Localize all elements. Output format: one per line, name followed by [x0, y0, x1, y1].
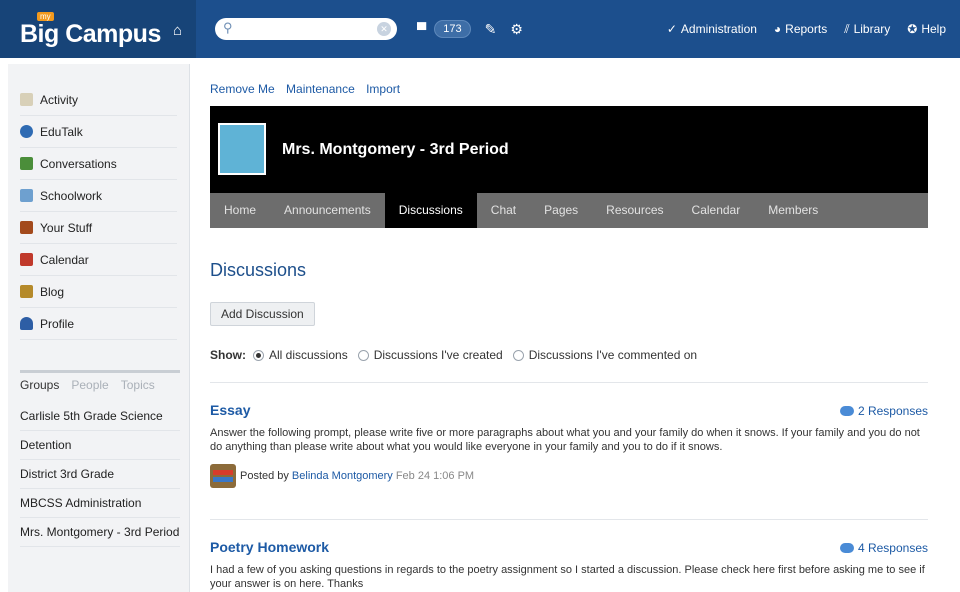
top-bar: my Big Campus ⌂ ⚲ ✕ ▀ 173 ✎ ⚙ ✓ Administr…	[0, 0, 960, 58]
schoolwork-icon	[20, 189, 33, 202]
edutalk-icon	[20, 125, 33, 138]
group-banner: Mrs. Montgomery - 3rd Period Home Announ…	[210, 106, 928, 228]
author-avatar	[210, 464, 236, 488]
top-nav: ✓ Administration ◕ Reports ⫽ Library ✪ Help	[650, 22, 960, 37]
post-title[interactable]: Essay	[210, 402, 928, 418]
tab-discussions[interactable]: Discussions	[384, 193, 477, 228]
post-title[interactable]: Poetry Homework	[210, 539, 928, 555]
pie-chart-icon: ◕	[773, 22, 782, 36]
sidebar-item-edutalk[interactable]: EduTalk	[20, 116, 177, 148]
group-item[interactable]: Mrs. Montgomery - 3rd Period	[20, 518, 180, 547]
wrench-icon: ✓	[666, 22, 677, 36]
radio-created-discussions[interactable]	[357, 349, 369, 361]
discussion-filter: Show: All discussions Discussions I've c…	[210, 348, 705, 362]
tab-groups[interactable]: Groups	[20, 378, 59, 392]
discussion-post: Poetry Homework 4 Responses I had a few …	[210, 539, 928, 591]
maintenance-link[interactable]: Maintenance	[286, 82, 355, 96]
discussion-post: Essay 2 Responses Answer the following p…	[210, 402, 928, 488]
library-icon: ⫽	[844, 21, 850, 36]
sidebar-item-calendar[interactable]: Calendar	[20, 244, 177, 276]
message-count-badge: 173	[434, 20, 471, 38]
responses-link[interactable]: 2 Responses	[839, 404, 928, 418]
sidebar-item-conversations[interactable]: Conversations	[20, 148, 177, 180]
radio-all-discussions[interactable]	[253, 349, 264, 361]
main-content: Remove Me Maintenance Import Mrs. Montgo…	[196, 64, 948, 592]
group-avatar	[218, 123, 266, 175]
pencil-icon[interactable]: ✎	[485, 21, 497, 38]
logo-tag: my	[37, 12, 54, 21]
administration-link[interactable]: ✓ Administration	[667, 22, 757, 36]
tab-calendar[interactable]: Calendar	[678, 193, 755, 228]
user-settings-icon[interactable]: ⚙	[510, 21, 523, 38]
tab-topics[interactable]: Topics	[121, 378, 155, 392]
posted-by-label: Posted by	[240, 470, 289, 482]
tab-home[interactable]: Home	[210, 193, 270, 228]
clear-search-icon[interactable]: ✕	[377, 22, 391, 36]
logo-text: Big Campus	[20, 19, 161, 48]
help-icon: ✪	[907, 22, 918, 36]
page-title: Discussions	[210, 260, 307, 280]
logo[interactable]: my Big Campus ⌂	[0, 0, 196, 58]
responses-link[interactable]: 4 Responses	[839, 541, 928, 555]
calendar-icon	[20, 253, 33, 266]
group-item[interactable]: MBCSS Administration	[20, 489, 180, 518]
comment-icon	[839, 543, 854, 553]
divider	[210, 519, 928, 520]
tab-members[interactable]: Members	[754, 193, 832, 228]
group-item[interactable]: District 3rd Grade	[20, 460, 180, 489]
group-actions: Remove Me Maintenance Import	[210, 82, 408, 96]
search-icon: ⚲	[223, 20, 233, 35]
help-link[interactable]: ✪ Help	[907, 22, 946, 36]
tab-pages[interactable]: Pages	[530, 193, 592, 228]
group-title: Mrs. Montgomery - 3rd Period	[282, 141, 509, 158]
tab-people[interactable]: People	[71, 378, 108, 392]
post-date: Feb 24 1:06 PM	[395, 470, 475, 482]
group-item[interactable]: Detention	[20, 431, 180, 460]
option-label: Discussions I've commented on	[528, 348, 698, 362]
post-body: I had a few of you asking questions in r…	[210, 564, 925, 590]
import-link[interactable]: Import	[366, 82, 400, 96]
sidebar-nav: Activity EduTalk Conversations Schoolwor…	[8, 84, 189, 340]
library-link[interactable]: ⫽ Library	[844, 22, 890, 37]
post-body: Answer the following prompt, please writ…	[210, 427, 920, 453]
sidebar-item-activity[interactable]: Activity	[20, 84, 177, 116]
comment-icon	[839, 406, 854, 416]
option-label: All discussions	[269, 348, 348, 362]
divider	[210, 382, 928, 383]
sidebar-item-your-stuff[interactable]: Your Stuff	[20, 212, 177, 244]
sidebar-item-schoolwork[interactable]: Schoolwork	[20, 180, 177, 212]
conversations-icon	[20, 157, 33, 170]
sidebar-item-profile[interactable]: Profile	[20, 308, 177, 340]
activity-icon	[20, 93, 33, 106]
sidebar-item-blog[interactable]: Blog	[20, 276, 177, 308]
home-icon[interactable]: ⌂	[173, 22, 182, 39]
sidebar-tabs: Groups People Topics	[20, 370, 180, 396]
message-icon: ▀	[417, 21, 427, 37]
post-meta: Posted by Belinda Montgomery Feb 24 1:06…	[210, 464, 928, 488]
author-link[interactable]: Belinda Montgomery	[292, 470, 393, 482]
sidebar: Activity EduTalk Conversations Schoolwor…	[8, 64, 190, 592]
search-box[interactable]: ⚲ ✕	[215, 18, 397, 40]
group-item[interactable]: Carlisle 5th Grade Science	[20, 402, 180, 431]
radio-commented-discussions[interactable]	[512, 349, 524, 361]
reports-link[interactable]: ◕ Reports	[774, 22, 827, 36]
blog-icon	[20, 285, 33, 298]
add-discussion-button[interactable]: Add Discussion	[210, 302, 315, 326]
tab-resources[interactable]: Resources	[592, 193, 677, 228]
profile-icon	[20, 317, 33, 330]
option-label: Discussions I've created	[373, 348, 503, 362]
group-tabs: Home Announcements Discussions Chat Page…	[210, 193, 928, 228]
tab-chat[interactable]: Chat	[477, 193, 530, 228]
groups-list: Carlisle 5th Grade Science Detention Dis…	[20, 402, 180, 547]
remove-me-link[interactable]: Remove Me	[210, 82, 275, 96]
your-stuff-icon	[20, 221, 33, 234]
show-label: Show:	[210, 348, 246, 362]
messages-button[interactable]: ▀ 173	[417, 20, 471, 38]
tab-announcements[interactable]: Announcements	[270, 193, 385, 228]
